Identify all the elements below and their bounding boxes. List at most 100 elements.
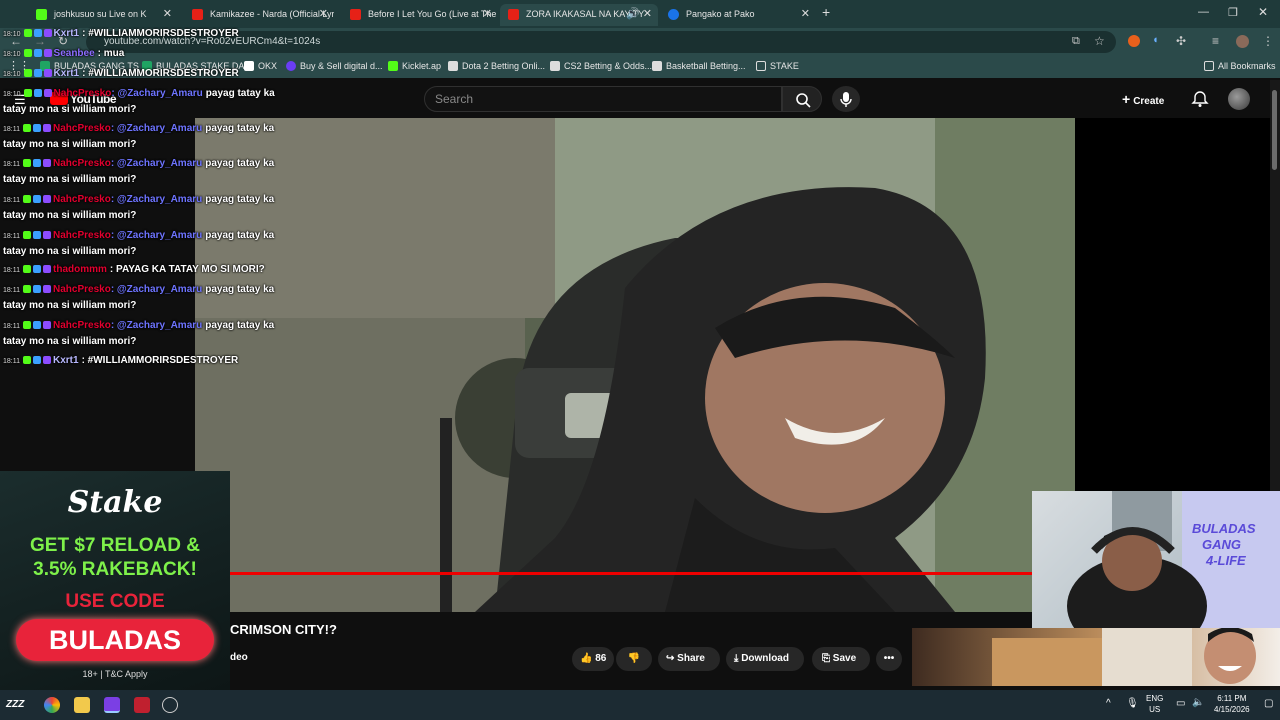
bookmark-folder[interactable]: STAKE	[756, 61, 799, 71]
chat-username[interactable]: NahcPresko	[53, 284, 111, 295]
chat-timestamp: 18:11	[3, 323, 20, 330]
video-player[interactable]	[195, 118, 1075, 612]
language-indicator[interactable]: ENG US	[1146, 693, 1163, 715]
chat-username[interactable]: Kxrt1	[53, 355, 79, 366]
close-window-button[interactable]: ✕	[1258, 5, 1268, 19]
chat-badge-icon	[23, 265, 31, 273]
chat-badge-icon	[23, 231, 31, 239]
download-button[interactable]: ⤓ Download	[726, 647, 804, 671]
chat-badge-icon	[43, 195, 51, 203]
chat-text: : #WILLIAMMORIRSDESTROYER	[82, 28, 239, 39]
chat-badge-icon	[23, 321, 31, 329]
media-control-icon[interactable]: ≡	[1212, 34, 1219, 48]
chat-badge-icon	[23, 356, 31, 364]
bookmark-item[interactable]: Buy & Sell digital d...	[286, 61, 383, 71]
minimize-button[interactable]: —	[1198, 6, 1209, 18]
chat-username[interactable]: Kxrt1	[54, 68, 80, 79]
maximize-button[interactable]: ❐	[1228, 6, 1238, 19]
tab-label: Pangako at Pako	[686, 9, 755, 19]
chat-username[interactable]: NahcPresko	[53, 320, 111, 331]
chat-timestamp: 18:10	[3, 31, 21, 38]
bookmark-item[interactable]: CS2 Betting & Odds...	[550, 61, 652, 71]
chat-username[interactable]: NahcPresko	[53, 230, 111, 241]
streamer-webcam: BULADAS GANG 4-LIFE	[1032, 491, 1280, 630]
app-icon[interactable]	[162, 697, 178, 713]
video-title: CRIMSON CITY!?	[230, 622, 337, 637]
video-subtitle-fragment: deo	[230, 652, 248, 663]
tray-overflow-icon[interactable]: ^	[1106, 698, 1111, 709]
dislike-button[interactable]: 👎	[616, 647, 652, 671]
new-tab-button[interactable]: +	[822, 4, 830, 20]
chat-message: 18:10 Seanbee: mua	[3, 48, 124, 59]
start-logo-icon[interactable]: ZZZ	[6, 699, 24, 710]
profile-avatar[interactable]	[1236, 35, 1249, 48]
bookmark-star-icon[interactable]: ☆	[1094, 34, 1105, 48]
chat-badge-icon	[33, 89, 42, 97]
chat-mention: : @Zachary_Amaru	[110, 320, 203, 331]
chat-timestamp: 18:10	[3, 71, 21, 78]
file-explorer-icon[interactable]	[74, 697, 90, 713]
mic-icon	[840, 92, 852, 107]
tab-pangako[interactable]: Pangako at Pako ✕	[660, 4, 816, 26]
browser-menu-icon[interactable]: ⋮	[1262, 34, 1274, 48]
chat-text: payag tatay ka	[205, 230, 275, 241]
extensions-puzzle-icon[interactable]: ✣	[1176, 34, 1186, 48]
more-actions-button[interactable]: •••	[876, 647, 902, 671]
chat-badge-icon	[23, 159, 31, 167]
speaker-icon[interactable]: 🔊	[626, 4, 640, 24]
close-tab-icon[interactable]: ✕	[643, 4, 652, 24]
video-progress-bar[interactable]	[230, 572, 1032, 575]
notifications-bell-icon[interactable]	[1190, 89, 1210, 109]
chat-username[interactable]: NahcPresko	[54, 88, 112, 99]
search-input[interactable]: Search	[424, 86, 782, 112]
bookmark-item[interactable]: Dota 2 Betting Onli...	[448, 61, 545, 71]
install-app-icon[interactable]: ⧉	[1072, 35, 1080, 48]
close-tab-icon[interactable]: ✕	[319, 4, 328, 24]
mic-tray-icon[interactable]: 🎙	[1126, 698, 1139, 709]
chat-timestamp: 18:11	[3, 161, 20, 168]
close-tab-icon[interactable]: ✕	[483, 4, 492, 24]
like-button[interactable]: 👍 86	[572, 647, 614, 671]
close-tab-icon[interactable]: ✕	[801, 4, 810, 24]
all-bookmarks-folder[interactable]: All Bookmarks	[1204, 61, 1276, 71]
tab-zora[interactable]: ZORA IKAKASAL NA KAY TY 🔊 ✕	[500, 4, 658, 26]
app-icon[interactable]	[134, 697, 150, 713]
download-icon: ⤓	[734, 653, 739, 664]
chrome-icon[interactable]	[44, 697, 60, 713]
chat-username[interactable]: NahcPresko	[53, 123, 111, 134]
volume-icon[interactable]: 🔈	[1192, 697, 1204, 708]
scrollbar-thumb[interactable]	[1272, 90, 1277, 170]
extension-icon[interactable]	[1128, 35, 1140, 47]
chat-username[interactable]: thadommm	[53, 264, 107, 275]
bookmark-item[interactable]: Basketball Betting...	[652, 61, 746, 71]
system-clock[interactable]: 6:11 PM 4/15/2026	[1214, 693, 1250, 715]
audio-extension-icon[interactable]: ◖	[1152, 34, 1159, 46]
bookmark-item[interactable]: Kicklet.ap	[388, 61, 441, 71]
chat-message: 18:11 NahcPresko: @Zachary_Amaru payag tat…	[3, 158, 274, 169]
chat-mention: : @Zachary_Amaru	[110, 194, 203, 205]
share-button[interactable]: ↪ Share	[658, 647, 720, 671]
voice-search-button[interactable]	[832, 86, 860, 112]
chat-timestamp: 18:11	[3, 267, 20, 274]
more-icon: •••	[883, 653, 895, 664]
chat-message: 18:10 NahcPresko: @Zachary_Amaru payag tat…	[3, 88, 275, 99]
chat-username[interactable]: NahcPresko	[53, 194, 111, 205]
create-button[interactable]: + Create	[1122, 88, 1176, 110]
chat-username[interactable]: Seanbee	[54, 48, 95, 59]
chat-username[interactable]: Kxrt1	[54, 28, 80, 39]
search-button[interactable]	[782, 86, 822, 112]
notification-center-icon[interactable]: ▢	[1264, 698, 1273, 709]
ad-line-1: GET $7 RELOAD &	[30, 535, 200, 556]
sign-line-1: BULADAS	[1192, 521, 1256, 536]
folder-icon	[1204, 61, 1214, 71]
tab-before-i-let-you-go[interactable]: Before I Let You Go (Live at The ✕	[342, 4, 498, 26]
chat-message: 18:10 Kxrt1: #WILLIAMMORIRSDESTROYER	[3, 28, 239, 39]
obs-app-icon[interactable]	[104, 697, 120, 713]
chat-text: : #WILLIAMMORIRSDESTROYER	[82, 68, 239, 79]
chat-badge-icon	[33, 265, 41, 273]
network-icon[interactable]: ▭	[1176, 698, 1185, 709]
save-button[interactable]: ⎘ Save	[812, 647, 870, 671]
tab-label: Before I Let You Go (Live at The	[368, 9, 497, 19]
account-avatar[interactable]	[1228, 88, 1250, 110]
chat-username[interactable]: NahcPresko	[53, 158, 111, 169]
